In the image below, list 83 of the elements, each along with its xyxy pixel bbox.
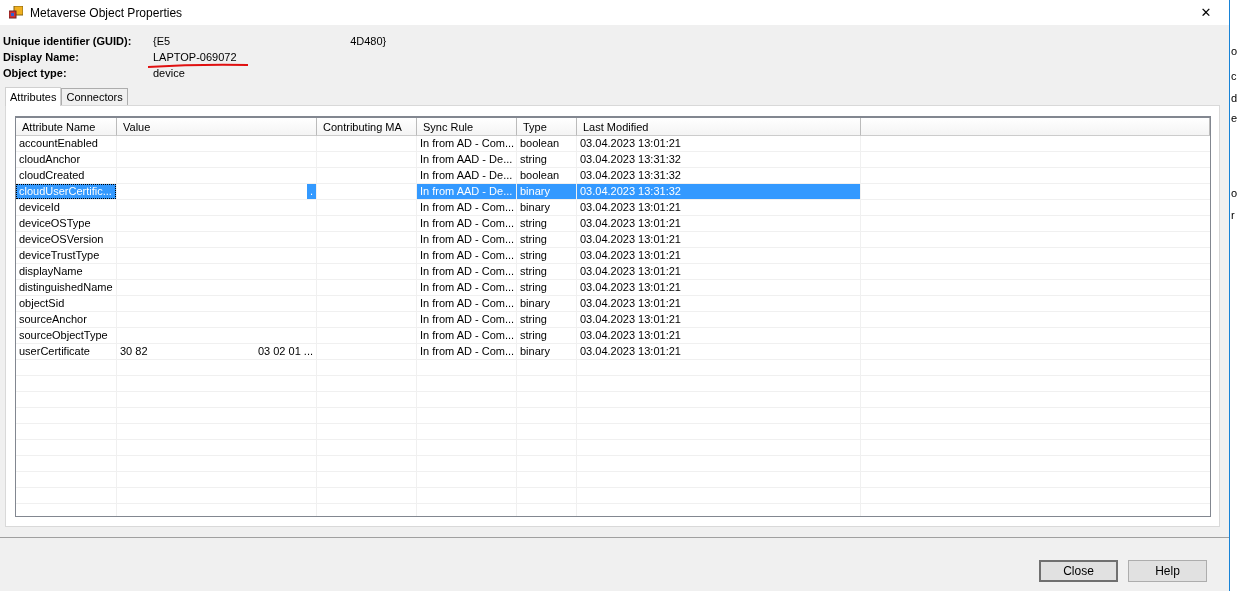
table-cell-text: In from AD - Com... [419, 232, 516, 247]
table-cell-text: 03.04.2023 13:31:32 [579, 168, 682, 183]
column-header[interactable]: Sync Rule [417, 118, 517, 136]
table-cell-text: binary [519, 344, 551, 359]
table-cell-text: In from AD - Com... [419, 328, 516, 343]
table-cell-text: binary [519, 200, 551, 215]
table-cell[interactable]: cloudAnchor [16, 152, 116, 167]
field-value: 4D480} [350, 34, 387, 48]
field-value: LAPTOP-069072 [153, 50, 237, 64]
column-header[interactable]: Contributing MA [317, 118, 417, 136]
field-label: Unique identifier (GUID): [3, 34, 133, 48]
table-cell[interactable]: accountEnabled [16, 136, 116, 151]
table-cell-text: 03.04.2023 13:01:21 [579, 312, 682, 327]
table-cell[interactable]: sourceAnchor [16, 312, 116, 327]
column-header[interactable]: Type [517, 118, 577, 136]
table-cell-text: string [519, 312, 548, 327]
table-cell-text: In from AD - Com... [419, 200, 516, 215]
table-cell-text: 03.04.2023 13:01:21 [579, 328, 682, 343]
tab[interactable]: Attributes [5, 87, 62, 106]
table-cell[interactable]: distinguishedName [16, 280, 116, 295]
table-cell[interactable]: userCertificate [16, 344, 116, 359]
table-cell-text: In from AD - Com... [419, 296, 516, 311]
field-value: device [153, 66, 185, 80]
table-cell-text: 03.04.2023 13:01:21 [579, 200, 682, 215]
table-cell: binary [517, 184, 576, 199]
table-cell-text: 03 02 01 ... [256, 344, 314, 359]
table-cell-text: 03.04.2023 13:01:21 [579, 248, 682, 263]
tab[interactable]: Connectors [61, 88, 128, 105]
table-cell-text: 03.04.2023 13:01:21 [579, 232, 682, 247]
table-cell[interactable]: displayName [16, 264, 116, 279]
window-text-fragment: o [1231, 45, 1238, 57]
table-cell[interactable]: cloudCreated [16, 168, 116, 183]
table-cell: In from AAD - De... [417, 184, 516, 199]
field-value: {E5 [153, 34, 171, 48]
table-cell-text: string [519, 264, 548, 279]
table-cell[interactable]: deviceId [16, 200, 116, 215]
window-title: Metaverse Object Properties [30, 5, 183, 20]
window-text-fragment: d [1231, 92, 1238, 104]
dialog-button[interactable]: Help [1128, 559, 1207, 582]
table-cell-text: string [519, 232, 548, 247]
table-cell-text: In from AD - Com... [419, 216, 516, 231]
table-cell: . [306, 184, 316, 199]
table-cell-text: In from AAD - De... [419, 168, 514, 183]
table-cell-text: In from AD - Com... [419, 248, 516, 263]
table-cell-text: 03.04.2023 13:01:21 [579, 136, 682, 151]
table-cell-text: string [519, 328, 548, 343]
table-cell-text: 03.04.2023 13:01:21 [579, 280, 682, 295]
table-cell-text: string [519, 152, 548, 167]
table-cell-text: In from AD - Com... [419, 136, 516, 151]
table-cell[interactable]: deviceTrustType [16, 248, 116, 263]
table-cell-text: In from AD - Com... [419, 344, 516, 359]
column-header[interactable]: Value [117, 118, 317, 136]
window-text-fragment: c [1231, 70, 1237, 82]
window-text-fragment: o [1231, 187, 1238, 199]
table-cell-text: In from AD - Com... [419, 264, 516, 279]
table-cell-text: string [519, 248, 548, 263]
table-cell-text: 03.04.2023 13:01:21 [579, 344, 682, 359]
app-icon [9, 5, 23, 20]
field-label: Object type: [3, 66, 68, 80]
table-cell-text: 03.04.2023 13:31:32 [579, 152, 682, 167]
table-cell[interactable]: objectSid [16, 296, 116, 311]
table-cell-text: In from AAD - De... [419, 152, 514, 167]
table-cell-text: 03.04.2023 13:01:21 [579, 216, 682, 231]
window-text-fragment: e [1231, 112, 1238, 124]
table-cell-text: boolean [519, 168, 561, 183]
table-cell-text: binary [519, 296, 551, 311]
field-label: Display Name: [3, 50, 80, 64]
table-cell-text: string [519, 280, 548, 295]
column-header[interactable]: Attribute Name [16, 118, 117, 136]
table-cell-text: 30 82 [119, 344, 149, 359]
table-cell[interactable]: deviceOSVersion [16, 232, 116, 247]
table-cell-text: In from AD - Com... [419, 280, 516, 295]
table-cell-text: string [519, 216, 548, 231]
table-cell-text: boolean [519, 136, 561, 151]
table-cell: 03.04.2023 13:31:32 [577, 184, 860, 199]
column-header[interactable]: Last Modified [577, 118, 861, 136]
table-cell[interactable]: sourceObjectType [16, 328, 116, 343]
dialog-button[interactable]: Close [1039, 559, 1118, 582]
table-cell[interactable]: deviceOSType [16, 216, 116, 231]
table-cell-text: In from AD - Com... [419, 312, 516, 327]
table-cell-text: 03.04.2023 13:01:21 [579, 296, 682, 311]
window-text-fragment: r [1231, 209, 1235, 221]
table-cell-text: 03.04.2023 13:01:21 [579, 264, 682, 279]
